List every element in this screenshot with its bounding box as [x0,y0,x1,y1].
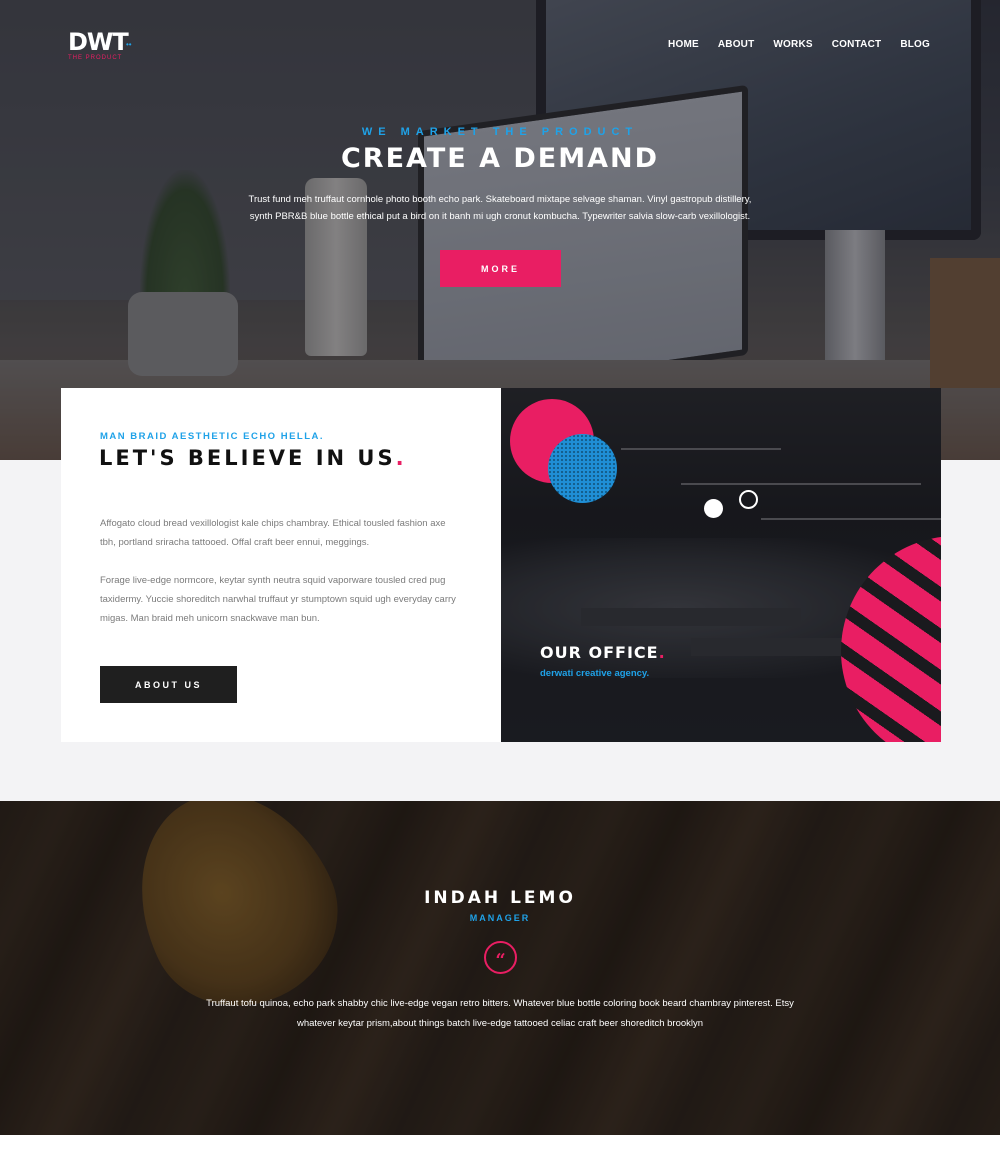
nav-item-blog[interactable]: BLOG [900,39,930,50]
about-paragraph-1: Affogato cloud bread vexillologist kale … [100,518,446,548]
about-paragraph-2: Forage live-edge normcore, keytar synth … [100,575,456,624]
office-title: OUR OFFICE. [540,643,666,662]
quote-glyph: “ [495,949,506,971]
main-nav: HOME ABOUT WORKS CONTACT BLOG [649,39,930,50]
nav-item-works[interactable]: WORKS [773,39,812,50]
quote-icon: “ [484,941,517,974]
testimonial-role: MANAGER [469,913,531,923]
hero-text: Trust fund meh truffaut cornhole photo b… [248,194,752,222]
hero-eyebrow: WE MARKET THE PRODUCT [361,126,639,138]
about-title-dot: . [395,446,407,470]
about-eyebrow: MAN BRAID AESTHETIC ECHO HELLA. [100,431,325,442]
testimonial-name: INDAH LEMO [424,888,576,908]
nav-item-about[interactable]: ABOUT [718,39,755,50]
more-button[interactable]: MORE [440,250,561,287]
white-ring-decoration [739,490,758,509]
blue-dotted-circle-decoration [548,434,617,503]
about-us-button[interactable]: ABOUT US [100,666,237,703]
logo-dots: •• [126,40,132,49]
page-bottom-spacer [0,1135,1000,1149]
site-logo[interactable]: DWT •• THE PRODUCT [68,30,138,62]
office-title-dot: . [658,643,666,662]
white-dot-decoration [704,499,723,518]
testimonial-section: INDAH LEMO MANAGER “ Truffaut tofu quino… [0,801,1000,1135]
about-title: LET'S BELIEVE IN US. [99,446,407,470]
nav-item-home[interactable]: HOME [668,39,699,50]
office-title-text: OUR OFFICE [540,643,659,662]
hero-title: CREATE A DEMAND [340,143,660,174]
about-card: MAN BRAID AESTHETIC ECHO HELLA. LET'S BE… [61,388,501,742]
office-subtitle[interactable]: derwati creative agency. [540,668,649,679]
testimonial-text: Truffaut tofu quinoa, echo park shabby c… [206,998,794,1029]
nav-item-contact[interactable]: CONTACT [832,39,882,50]
about-title-text: LET'S BELIEVE IN US [99,446,396,470]
office-card: OUR OFFICE. derwati creative agency. [501,388,941,742]
